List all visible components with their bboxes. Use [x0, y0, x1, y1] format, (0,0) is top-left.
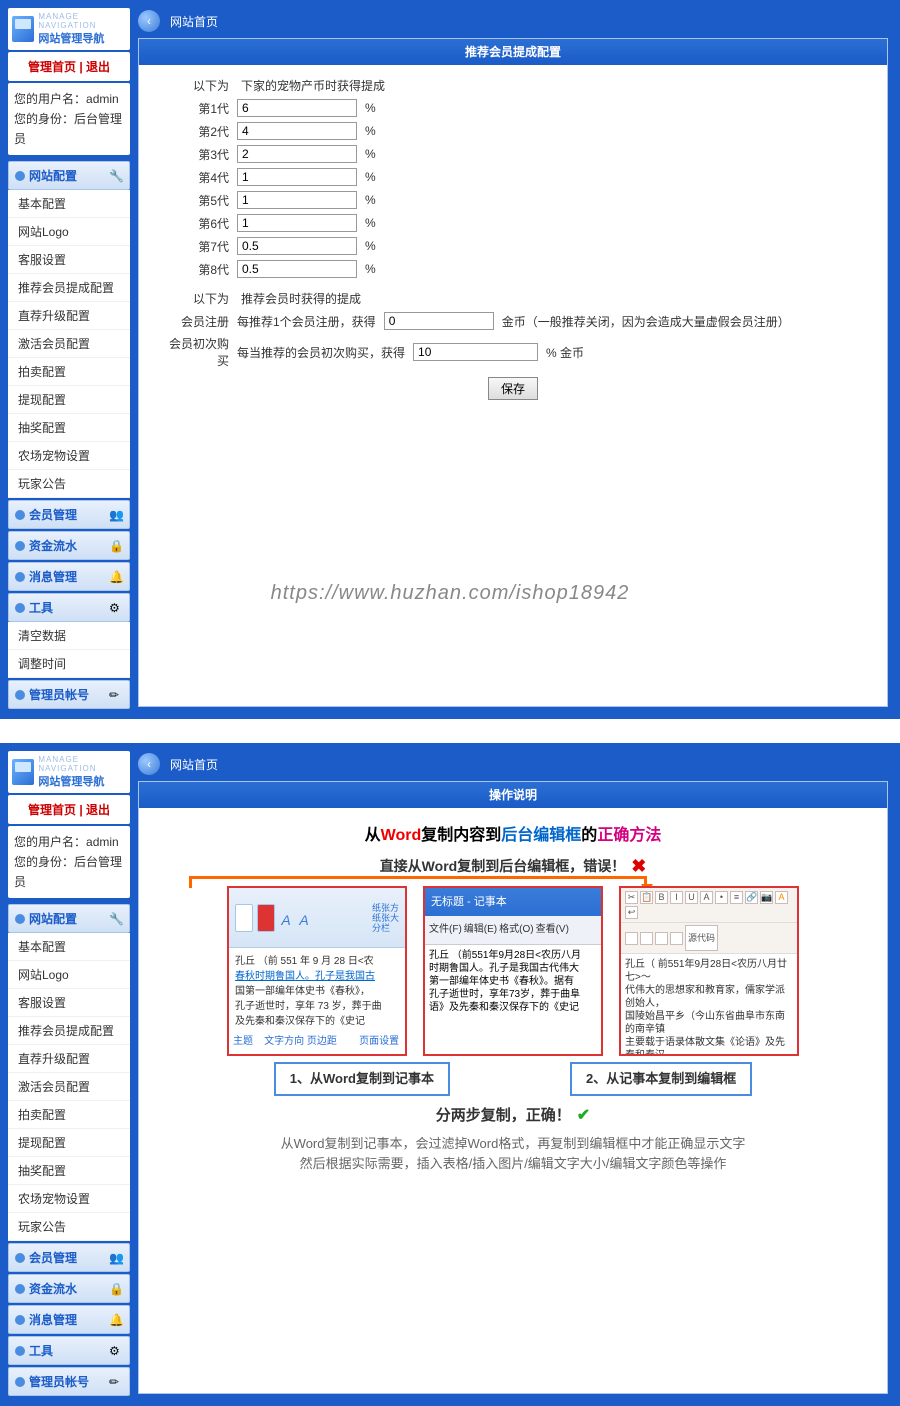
- panel-title: 操作说明: [139, 782, 887, 808]
- wrong-method-label: 直接从Word复制到后台编辑框，错误！✖: [179, 854, 847, 878]
- sidebar-2: MANAGE NAVIGATION网站管理导航 管理首页 | 退出 您的用户名：…: [4, 747, 134, 1402]
- sidebar-item[interactable]: 直荐升级配置: [8, 302, 130, 330]
- menu-tools[interactable]: 工具⚙: [8, 1336, 130, 1365]
- menu-member[interactable]: 会员管理👥: [8, 500, 130, 529]
- menu-tools[interactable]: 工具⚙: [8, 593, 130, 622]
- wrench-icon: 🔧: [109, 912, 123, 926]
- nav-home-link[interactable]: 管理首页: [28, 60, 76, 74]
- menu-site-config[interactable]: 网站配置🔧: [8, 904, 130, 933]
- gen-1-input[interactable]: [237, 99, 357, 117]
- sidebar-item[interactable]: 激活会员配置: [8, 330, 130, 358]
- bell-icon: 🔔: [109, 570, 123, 584]
- save-button[interactable]: 保存: [488, 377, 538, 400]
- sidebar-item[interactable]: 拍卖配置: [8, 358, 130, 386]
- menu-admin[interactable]: 管理员帐号✏: [8, 680, 130, 709]
- back-button[interactable]: ‹: [138, 753, 160, 775]
- sidebar-item[interactable]: 推荐会员提成配置: [8, 274, 130, 302]
- monitor-icon: [12, 16, 34, 42]
- breadcrumb[interactable]: 网站首页: [170, 13, 218, 30]
- notepad-preview: 无标题 - 记事本 文件(F)编辑(E)格式(O)查看(V) 孔丘 （前551年…: [423, 886, 603, 1056]
- menu-news[interactable]: 消息管理🔔: [8, 562, 130, 591]
- breadcrumb[interactable]: 网站首页: [170, 756, 218, 773]
- sidebar-item[interactable]: 拍卖配置: [8, 1101, 130, 1129]
- nav-home-link[interactable]: 管理首页: [28, 803, 76, 817]
- reg-reward-input[interactable]: [384, 312, 494, 330]
- flow-diagram: AA 纸张方纸张大分栏 主题 文字方向 页边距 页面设置 孔丘 （前 551 年…: [179, 886, 847, 1056]
- menu-admin[interactable]: 管理员帐号✏: [8, 1367, 130, 1396]
- monitor-icon: [12, 759, 34, 785]
- sidebar-item[interactable]: 抽奖配置: [8, 414, 130, 442]
- correct-method-label: 分两步复制，正确！✔: [179, 1104, 847, 1128]
- sidebar-item[interactable]: 网站Logo: [8, 961, 130, 989]
- users-icon: 👥: [109, 508, 123, 522]
- sidebar-item[interactable]: 清空数据: [8, 622, 130, 650]
- step-2-label: 2、从记事本复制到编辑框: [570, 1062, 752, 1096]
- screenshot-bottom: MANAGE NAVIGATION网站管理导航 管理首页 | 退出 您的用户名：…: [0, 743, 900, 1406]
- sidebar-item[interactable]: 基本配置: [8, 190, 130, 218]
- wrench-icon: 🔧: [109, 169, 123, 183]
- sidebar-item[interactable]: 激活会员配置: [8, 1073, 130, 1101]
- sidebar-item[interactable]: 抽奖配置: [8, 1157, 130, 1185]
- bell-icon: 🔔: [109, 1313, 123, 1327]
- gen-3-input[interactable]: [237, 145, 357, 163]
- gear-icon: ⚙: [109, 601, 123, 615]
- gen-8-input[interactable]: [237, 260, 357, 278]
- gen-2-input[interactable]: [237, 122, 357, 140]
- topbar: ‹ 网站首页: [138, 747, 888, 781]
- menu-money[interactable]: 资金流水🔒: [8, 1274, 130, 1303]
- gear-icon: ⚙: [109, 1344, 123, 1358]
- instruction-heading: 从Word复制内容到后台编辑框的正确方法: [179, 824, 847, 848]
- sidebar-item[interactable]: 客服设置: [8, 989, 130, 1017]
- pencil-icon: ✏: [109, 1375, 123, 1389]
- sidebar-item[interactable]: 客服设置: [8, 246, 130, 274]
- screenshot-top: MANAGE NAVIGATION网站管理导航 管理首页 | 退出 您的用户名：…: [0, 0, 900, 719]
- lock-icon: 🔒: [109, 539, 123, 553]
- word-preview: AA 纸张方纸张大分栏 主题 文字方向 页边距 页面设置 孔丘 （前 551 年…: [227, 886, 407, 1056]
- sidebar-item[interactable]: 农场宠物设置: [8, 1185, 130, 1213]
- sidebar-item[interactable]: 基本配置: [8, 933, 130, 961]
- lock-icon: 🔒: [109, 1282, 123, 1296]
- pencil-icon: ✏: [109, 688, 123, 702]
- topbar: ‹ 网站首页: [138, 4, 888, 38]
- sidebar-item[interactable]: 提现配置: [8, 1129, 130, 1157]
- gen-5-input[interactable]: [237, 191, 357, 209]
- users-icon: 👥: [109, 1251, 123, 1265]
- instruction-note: 从Word复制到记事本，会过滤掉Word格式，再复制到编辑框中才能正确显示文字 …: [179, 1134, 847, 1174]
- sidebar: MANAGE NAVIGATION网站管理导航 管理首页 | 退出 您的用户名：…: [4, 4, 134, 715]
- x-icon: ✖: [631, 854, 646, 878]
- check-icon: ✔: [577, 1104, 590, 1128]
- user-info: 您的用户名：admin 您的身份：后台管理员: [8, 83, 130, 155]
- sidebar-item[interactable]: 直荐升级配置: [8, 1045, 130, 1073]
- buy-reward-input[interactable]: [413, 343, 538, 361]
- sidebar-item[interactable]: 调整时间: [8, 650, 130, 678]
- gen-6-input[interactable]: [237, 214, 357, 232]
- nav-logout-link[interactable]: 退出: [86, 60, 110, 74]
- editor-preview: ✂📋BIUA•≡🔗📷A↩ 源代码 孔丘（ 前551年9月28日<农历八月廿七>～…: [619, 886, 799, 1056]
- logo: MANAGE NAVIGATION网站管理导航: [8, 751, 130, 793]
- menu-news[interactable]: 消息管理🔔: [8, 1305, 130, 1334]
- nav-top: 管理首页 | 退出: [8, 795, 130, 824]
- back-button[interactable]: ‹: [138, 10, 160, 32]
- sidebar-item[interactable]: 玩家公告: [8, 1213, 130, 1241]
- gen-7-input[interactable]: [237, 237, 357, 255]
- nav-top: 管理首页 | 退出: [8, 52, 130, 81]
- panel-title: 推荐会员提成配置: [139, 39, 887, 65]
- sidebar-item[interactable]: 提现配置: [8, 386, 130, 414]
- sidebar-item[interactable]: 玩家公告: [8, 470, 130, 498]
- sidebar-item[interactable]: 推荐会员提成配置: [8, 1017, 130, 1045]
- step-1-label: 1、从Word复制到记事本: [274, 1062, 450, 1096]
- menu-site-config[interactable]: 网站配置 🔧: [8, 161, 130, 190]
- logo: MANAGE NAVIGATION网站管理导航: [8, 8, 130, 50]
- menu-money[interactable]: 资金流水🔒: [8, 531, 130, 560]
- gen-4-input[interactable]: [237, 168, 357, 186]
- sidebar-item[interactable]: 农场宠物设置: [8, 442, 130, 470]
- nav-logout-link[interactable]: 退出: [86, 803, 110, 817]
- user-info: 您的用户名：admin 您的身份：后台管理员: [8, 826, 130, 898]
- menu-member[interactable]: 会员管理👥: [8, 1243, 130, 1272]
- sidebar-item[interactable]: 网站Logo: [8, 218, 130, 246]
